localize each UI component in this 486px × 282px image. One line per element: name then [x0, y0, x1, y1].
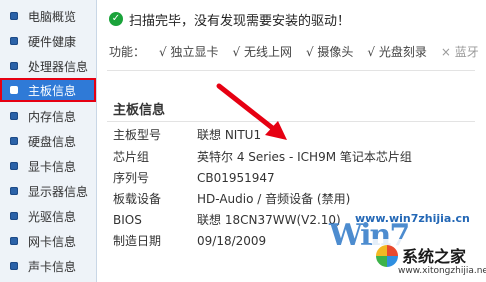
red-arrow-icon	[216, 83, 287, 140]
bullet-icon	[10, 62, 18, 70]
bullet-icon	[10, 86, 18, 94]
info-value: 09/18/2009	[197, 234, 267, 248]
scan-status-text: 扫描完毕，没有发现需要安装的驱动！	[129, 13, 351, 29]
sidebar-item-overview[interactable]: 电脑概览	[0, 4, 96, 28]
sidebar-item-label: 电脑概览	[28, 9, 77, 24]
info-key: 主板型号	[113, 128, 162, 142]
info-value: 联想 18CN37WW(V2.10)	[197, 213, 341, 227]
info-key: 芯片组	[113, 150, 150, 164]
sidebar-item-optical-drive[interactable]: 光驱信息	[0, 204, 96, 228]
sidebar: 电脑概览 硬件健康 处理器信息 主板信息 内存信息 硬盘信息 显卡信息 显示器信…	[0, 0, 97, 282]
feature-disc-burning: √ 光盘刻录	[367, 45, 427, 59]
sidebar-item-sound[interactable]: 声卡信息	[0, 254, 96, 278]
site-url: www.xitongzhijia.net	[398, 266, 486, 276]
sidebar-item-label: 处理器信息	[28, 59, 89, 74]
bullet-icon	[10, 112, 18, 120]
info-key: 序列号	[113, 171, 150, 185]
sidebar-item-label: 内存信息	[28, 109, 77, 124]
sidebar-item-label: 声卡信息	[28, 259, 77, 274]
info-row-chipset: 芯片组 英特尔 4 Series - ICH9M 笔记本芯片组	[113, 148, 412, 166]
scan-status: ✓ 扫描完毕，没有发现需要安装的驱动！	[109, 9, 350, 29]
info-key: 制造日期	[113, 234, 162, 248]
bullet-icon	[10, 212, 18, 220]
sidebar-item-label: 硬件健康	[28, 34, 77, 49]
site-name: 系统之家	[402, 247, 467, 266]
sidebar-item-label: 硬盘信息	[28, 134, 77, 149]
section-title: 主板信息	[113, 103, 166, 118]
info-row-onboard: 板载设备 HD-Audio / 音频设备 (禁用)	[113, 190, 350, 208]
sidebar-item-label: 显卡信息	[28, 159, 77, 174]
bullet-icon	[10, 12, 18, 20]
bullet-icon	[10, 237, 18, 245]
bullet-icon	[10, 262, 18, 270]
sidebar-item-label: 网卡信息	[28, 234, 77, 249]
feature-camera: √ 摄像头	[305, 45, 354, 59]
info-value: CB01951947	[197, 171, 275, 185]
bullet-icon	[10, 37, 18, 45]
info-value: HD-Audio / 音频设备 (禁用)	[197, 192, 351, 206]
feature-discrete-gpu: √ 独立显卡	[159, 45, 219, 59]
bullet-icon	[10, 162, 18, 170]
sidebar-item-memory[interactable]: 内存信息	[0, 104, 96, 128]
check-circle-icon: ✓	[109, 12, 123, 26]
feature-label: 功能：	[109, 45, 146, 59]
sidebar-item-label: 主板信息	[28, 83, 77, 98]
sidebar-item-motherboard[interactable]: 主板信息	[0, 78, 96, 102]
info-row-date: 制造日期 09/18/2009	[113, 232, 266, 250]
sidebar-item-disk[interactable]: 硬盘信息	[0, 129, 96, 153]
info-row-bios: BIOS 联想 18CN37WW(V2.10)	[113, 211, 341, 229]
divider	[107, 70, 475, 71]
sidebar-item-cpu[interactable]: 处理器信息	[0, 54, 96, 78]
sidebar-item-monitor[interactable]: 显示器信息	[0, 179, 96, 203]
sidebar-item-network[interactable]: 网卡信息	[0, 229, 96, 253]
feature-wireless: √ 无线上网	[232, 45, 292, 59]
info-key: BIOS	[113, 213, 142, 227]
sidebar-item-label: 光驱信息	[28, 209, 77, 224]
info-row-serial: 序列号 CB01951947	[113, 169, 275, 187]
site-logo-icon	[376, 245, 398, 267]
site-watermark: 系统之家 www.xitongzhijia.net	[372, 239, 486, 282]
info-key: 板载设备	[113, 192, 162, 206]
bullet-icon	[10, 137, 18, 145]
sidebar-item-graphics[interactable]: 显卡信息	[0, 154, 96, 178]
bullet-icon	[10, 187, 18, 195]
info-value: 英特尔 4 Series - ICH9M 笔记本芯片组	[197, 150, 412, 164]
sidebar-item-hardware-health[interactable]: 硬件健康	[0, 29, 96, 53]
sidebar-item-label: 显示器信息	[28, 184, 89, 199]
feature-bluetooth: × 蓝牙	[440, 45, 479, 59]
divider	[107, 121, 475, 122]
feature-list: 功能： √ 独立显卡 √ 无线上网 √ 摄像头 √ 光盘刻录 × 蓝牙	[109, 43, 479, 60]
